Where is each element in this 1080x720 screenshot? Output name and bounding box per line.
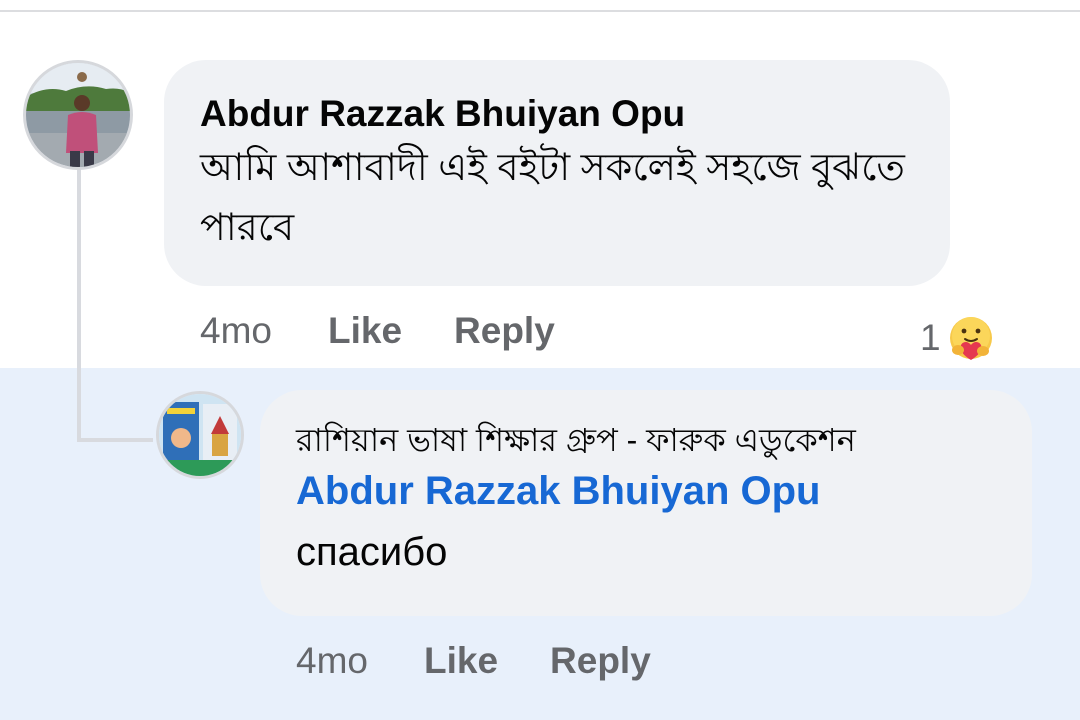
comment-author[interactable]: Abdur Razzak Bhuiyan Opu xyxy=(200,90,914,138)
top-divider xyxy=(0,10,1080,12)
care-hug-emoji-icon xyxy=(949,317,992,360)
avatar[interactable] xyxy=(23,60,133,170)
reaction-summary[interactable]: 1 xyxy=(920,313,995,363)
reply-button[interactable]: Reply xyxy=(454,310,555,352)
reply-actions: 4mo Like Reply xyxy=(296,636,651,686)
comment-text: আমি আশাবাদী এই বইটা সকলেই সহজে বুঝতে পার… xyxy=(200,147,905,249)
like-button[interactable]: Like xyxy=(328,310,402,352)
reply-author[interactable]: রাশিয়ান ভাষা শিক্ষার গ্রুপ - ফারুক এডুক… xyxy=(296,420,996,460)
reaction-count: 1 xyxy=(920,317,941,358)
comment-bubble: Abdur Razzak Bhuiyan Opu আমি আশাবাদী এই … xyxy=(164,60,950,286)
like-button[interactable]: Like xyxy=(424,640,498,682)
reply-text: спасибо xyxy=(296,530,448,574)
thread-connector-vertical xyxy=(77,168,81,442)
reply-timestamp[interactable]: 4mo xyxy=(296,640,368,682)
profile-photo-icon xyxy=(26,63,130,167)
comment-actions: 4mo Like Reply xyxy=(200,306,555,356)
comment-timestamp[interactable]: 4mo xyxy=(200,310,272,352)
reply-bubble: রাশিয়ান ভাষা শিক্ষার গ্রুপ - ফারুক এডুক… xyxy=(260,390,1032,616)
page-logo-icon xyxy=(159,394,241,476)
mention-link[interactable]: Abdur Razzak Bhuiyan Opu xyxy=(296,460,996,522)
thread-connector-horizontal xyxy=(77,438,153,442)
avatar[interactable] xyxy=(156,391,244,479)
reply-button[interactable]: Reply xyxy=(550,640,651,682)
